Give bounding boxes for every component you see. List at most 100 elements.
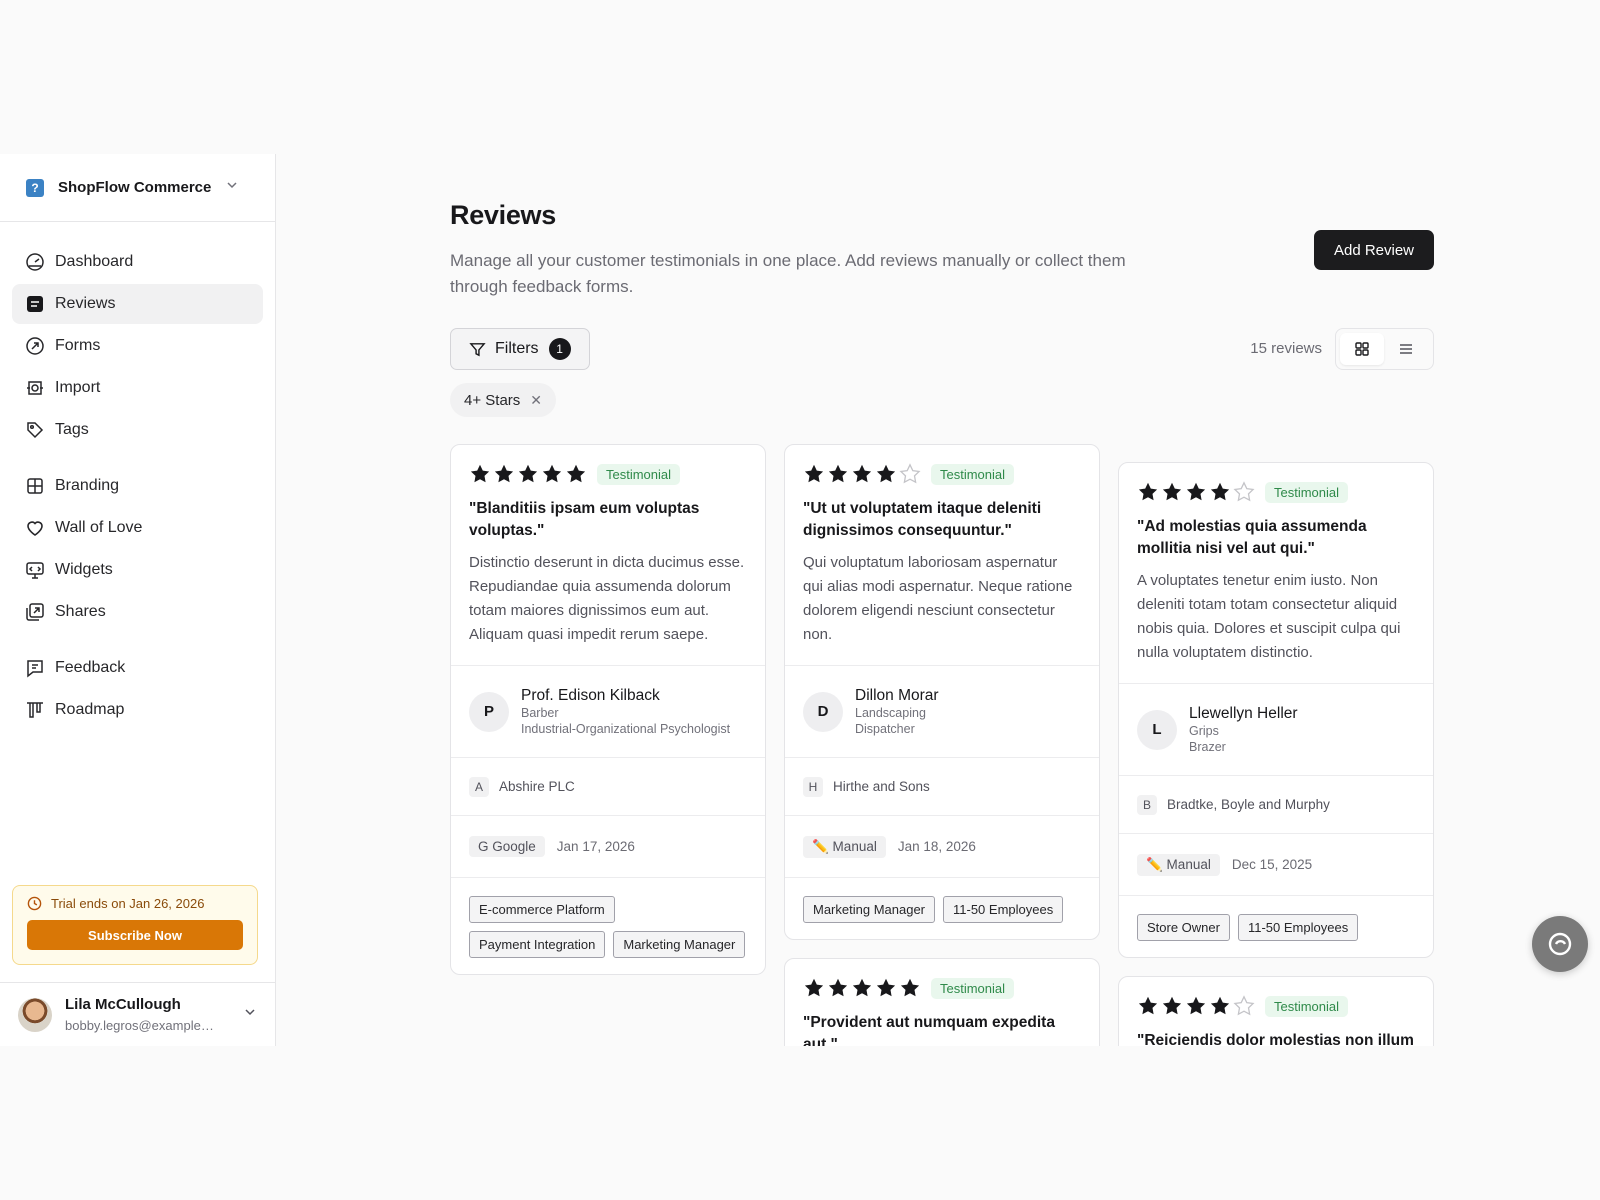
type-badge: Testimonial — [931, 977, 1015, 999]
avatar: L — [1137, 709, 1177, 750]
star-filled-icon — [852, 978, 872, 997]
user-menu[interactable]: Lila McCullough bobby.legros@example.com — [0, 982, 275, 1046]
review-column: Testimonial "Ad molestias quia assumenda… — [1118, 462, 1434, 1046]
user-name: Lila McCullough — [65, 996, 181, 1013]
sidebar-item-branding[interactable]: Branding — [12, 466, 263, 506]
shares-icon — [26, 603, 44, 621]
sidebar-item-label: Branding — [55, 477, 120, 494]
star-filled-icon — [494, 464, 514, 483]
roadmap-icon — [27, 702, 43, 718]
heart-icon — [27, 521, 43, 536]
star-filled-icon — [1186, 996, 1206, 1015]
sidebar-item-label: Forms — [55, 337, 101, 354]
subscribe-button[interactable]: Subscribe Now — [27, 920, 243, 950]
review-tags: E-commerce Platform Payment Integration … — [451, 877, 765, 974]
sidebar-item-roadmap[interactable]: Roadmap — [12, 690, 263, 730]
rating-stars: Testimonial — [803, 463, 1081, 485]
star-filled-icon — [1162, 482, 1182, 501]
review-card[interactable]: Testimonial "Provident aut numquam exped… — [784, 958, 1100, 1046]
sidebar-item-label: Tags — [55, 421, 89, 438]
avatar: D — [803, 691, 843, 732]
review-title: "Ut ut voluptatem itaque deleniti dignis… — [803, 500, 1042, 539]
main-content: Reviews Manage all your customer testimo… — [450, 154, 1434, 1046]
review-body: A voluptates tenetur enim iusto. Non del… — [1137, 572, 1401, 661]
company-name: Abshire PLC — [499, 779, 575, 794]
star-rating — [469, 463, 589, 485]
tag-pill: 11-50 Employees — [1237, 914, 1359, 941]
review-card[interactable]: Testimonial "Ut ut voluptatem itaque del… — [784, 444, 1100, 940]
grid-view-button[interactable] — [1340, 333, 1384, 365]
sidebar: ? ShopFlow Commerce Dashboard Reviews Fo… — [0, 154, 276, 1046]
user-email: bobby.legros@example.com — [65, 1018, 215, 1033]
sidebar-item-import[interactable]: Import — [12, 368, 263, 408]
page-title: Reviews — [450, 200, 556, 230]
tag-pill: Payment Integration — [469, 931, 606, 958]
star-filled-icon — [566, 464, 586, 483]
star-filled-icon — [828, 464, 848, 483]
sidebar-item-widgets[interactable]: Widgets — [12, 550, 263, 590]
org-switcher[interactable]: ? ShopFlow Commerce — [0, 154, 275, 222]
filter-count-badge: 1 — [548, 338, 571, 360]
forms-icon — [26, 337, 44, 355]
review-count: 15 reviews — [1250, 340, 1322, 357]
rating-stars: Testimonial — [1137, 481, 1415, 503]
avatar: P — [469, 691, 509, 732]
star-filled-icon — [876, 978, 896, 997]
sidebar-item-wall-of-love[interactable]: Wall of Love — [12, 508, 263, 548]
close-icon[interactable]: ✕ — [530, 392, 542, 409]
author-name: Prof. Edison Kilback — [521, 686, 660, 704]
author-title: Industrial-Organizational Psychologist — [521, 721, 731, 736]
star-empty-icon — [899, 463, 921, 484]
list-icon — [1400, 344, 1412, 354]
sidebar-item-reviews[interactable]: Reviews — [12, 284, 263, 324]
nav-divider — [12, 452, 263, 466]
sidebar-item-dashboard[interactable]: Dashboard — [12, 242, 263, 282]
star-filled-icon — [542, 464, 562, 483]
review-date: Jan 18, 2026 — [897, 839, 976, 854]
import-icon — [27, 381, 43, 395]
star-filled-icon — [804, 978, 824, 997]
review-source: G Google Jan 17, 2026 — [451, 815, 765, 877]
filters-button[interactable]: Filters 1 — [450, 328, 590, 370]
review-card[interactable]: Testimonial "Ad molestias quia assumenda… — [1118, 462, 1434, 958]
chat-launcher-button[interactable] — [1532, 916, 1588, 972]
sidebar-item-forms[interactable]: Forms — [12, 326, 263, 366]
app-shell: ? ShopFlow Commerce Dashboard Reviews Fo… — [0, 154, 1600, 1046]
sidebar-nav: Dashboard Reviews Forms Import Tags Bran… — [0, 222, 275, 730]
source-tag: G Google — [469, 836, 545, 857]
company-initial: H — [803, 776, 823, 797]
filters-label: Filters — [495, 340, 539, 357]
sidebar-item-feedback[interactable]: Feedback — [12, 648, 263, 688]
review-title: "Provident aut numquam expedita aut." — [803, 1014, 1055, 1046]
type-badge: Testimonial — [597, 463, 681, 485]
list-view-button[interactable] — [1384, 333, 1428, 365]
tag-pill: 11-50 Employees — [943, 896, 1064, 923]
star-empty-icon — [1233, 995, 1255, 1016]
chevron-down-icon — [225, 178, 239, 197]
star-filled-icon — [518, 464, 538, 483]
sidebar-item-label: Dashboard — [55, 253, 134, 270]
sidebar-item-label: Roadmap — [55, 701, 125, 718]
chat-icon — [1548, 932, 1572, 956]
review-card[interactable]: Testimonial "Blanditiis ipsam eum volupt… — [450, 444, 766, 975]
view-toggle — [1335, 328, 1434, 370]
review-column: Testimonial "Blanditiis ipsam eum volupt… — [450, 444, 766, 993]
filter-chip-label: 4+ Stars — [464, 391, 521, 409]
sidebar-item-label: Reviews — [55, 295, 116, 312]
sidebar-item-shares[interactable]: Shares — [12, 592, 263, 632]
review-card[interactable]: Testimonial "Reiciendis dolor molestias … — [1118, 976, 1434, 1046]
review-author: D Dillon Morar Landscaping Dispatcher — [785, 665, 1099, 757]
org-logo: ? — [26, 178, 44, 197]
active-filter-chip: 4+ Stars ✕ — [450, 383, 557, 417]
review-body: Qui voluptatum laboriosam aspernatur qui… — [803, 554, 1073, 643]
author-name: Dillon Morar — [855, 686, 939, 704]
sidebar-item-tags[interactable]: Tags — [12, 410, 263, 450]
review-title: "Reiciendis dolor molestias non illum — [1137, 1032, 1414, 1046]
trial-banner: Trial ends on Jan 26, 2026 Subscribe Now — [12, 885, 258, 965]
star-filled-icon — [1162, 996, 1182, 1015]
source-tag: ✏️ Manual — [803, 835, 886, 858]
add-review-button[interactable]: Add Review — [1314, 230, 1434, 270]
sidebar-item-label: Widgets — [55, 561, 113, 578]
dashboard-icon — [26, 253, 44, 271]
org-name: ShopFlow Commerce — [58, 179, 212, 196]
